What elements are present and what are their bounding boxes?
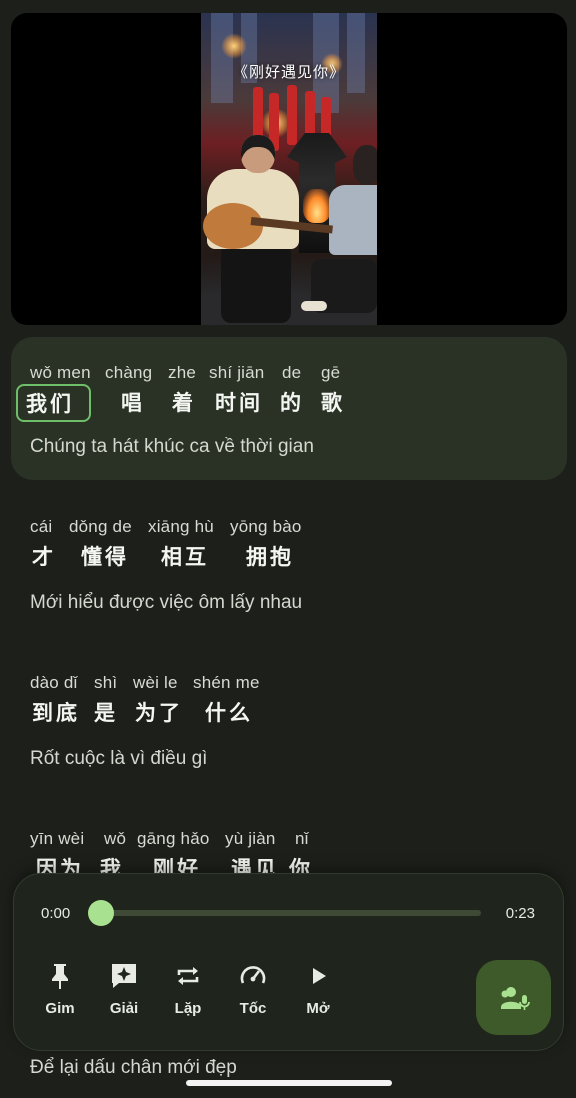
lyric-translation: Chúng ta hát khúc ca về thời gian <box>30 436 314 457</box>
pin-button[interactable]: Gim <box>30 962 90 1017</box>
lyric-word[interactable]: de 的 <box>280 363 304 417</box>
lyric-line[interactable]: cái 才 dǒng de 懂得 xiāng hù 相互 yōng bào 拥抱… <box>11 517 567 617</box>
lyric-word[interactable]: zhe 着 <box>168 363 196 417</box>
lyric-word[interactable]: dào dǐ 到底 <box>30 673 80 727</box>
sparkle-chat-icon <box>112 964 136 988</box>
progress-thumb[interactable] <box>88 900 114 926</box>
sing-along-button[interactable] <box>476 960 551 1035</box>
current-time: 0:00 <box>41 905 71 922</box>
highlighted-word: 我们 <box>16 384 91 422</box>
people-mic-icon <box>500 986 530 1010</box>
progress-track[interactable] <box>104 910 481 916</box>
explain-button[interactable]: Giải <box>94 962 154 1017</box>
lyric-word[interactable]: wèi le 为了 <box>133 673 183 727</box>
repeat-label: Lặp <box>174 1000 202 1017</box>
lyric-word[interactable]: chàng 唱 <box>105 363 152 417</box>
video-player[interactable]: 《刚好遇见你》 <box>11 13 567 325</box>
lyrics-player-screen: 《刚好遇见你》 wǒ men 我们 chàng 唱 zhe 着 shí jiān… <box>0 0 576 1098</box>
lyric-line[interactable]: yīn wèi 因为 wǒ 我 gāng hǎo 刚好 yù jiàn 遇见 n… <box>11 829 567 881</box>
video-frame: 《刚好遇见你》 <box>201 13 377 325</box>
lyric-word[interactable]: dǒng de 懂得 <box>69 517 132 571</box>
repeat-icon <box>177 967 199 985</box>
lyric-word[interactable]: shí jiān 时间 <box>209 363 264 417</box>
lyric-word[interactable]: cái 才 <box>30 517 56 571</box>
pin-label: Gim <box>45 1000 75 1017</box>
play-label: Mở <box>306 1000 330 1017</box>
speed-button[interactable]: Tốc <box>223 962 283 1017</box>
lyric-translation: Mới hiểu được việc ôm lấy nhau <box>30 592 303 613</box>
lyric-word[interactable]: gē 歌 <box>321 363 345 417</box>
lyric-line-active[interactable]: wǒ men 我们 chàng 唱 zhe 着 shí jiān 时间 de 的… <box>11 337 567 480</box>
lyric-translation: Rốt cuộc là vì điều gì <box>30 748 208 769</box>
duration: 0:23 <box>505 905 535 922</box>
video-title-overlay: 《刚好遇见你》 <box>232 63 345 81</box>
lyric-word[interactable]: shén me 什么 <box>193 673 260 727</box>
lyric-word-current[interactable]: wǒ men 我们 <box>16 363 91 422</box>
play-button[interactable]: Mở <box>288 962 348 1017</box>
speedometer-icon <box>240 966 266 984</box>
repeat-button[interactable]: Lặp <box>158 962 218 1017</box>
speed-label: Tốc <box>239 1000 267 1017</box>
lyric-word[interactable]: yōng bào 拥抱 <box>230 517 302 571</box>
play-icon <box>313 968 326 984</box>
lyric-translation: Để lại dấu chân mới đẹp <box>30 1057 237 1078</box>
explain-label: Giải <box>109 1000 139 1017</box>
audio-player-panel: 0:00 0:23 Gim Giải Lặp Tốc Mở <box>13 873 564 1051</box>
lyric-word[interactable]: shì 是 <box>94 673 118 727</box>
lyric-word[interactable]: xiāng hù 相互 <box>148 517 214 571</box>
lyric-line[interactable]: dào dǐ 到底 shì 是 wèi le 为了 shén me 什么 Rốt… <box>11 673 567 773</box>
home-indicator[interactable] <box>186 1080 392 1086</box>
pin-icon <box>52 964 68 989</box>
